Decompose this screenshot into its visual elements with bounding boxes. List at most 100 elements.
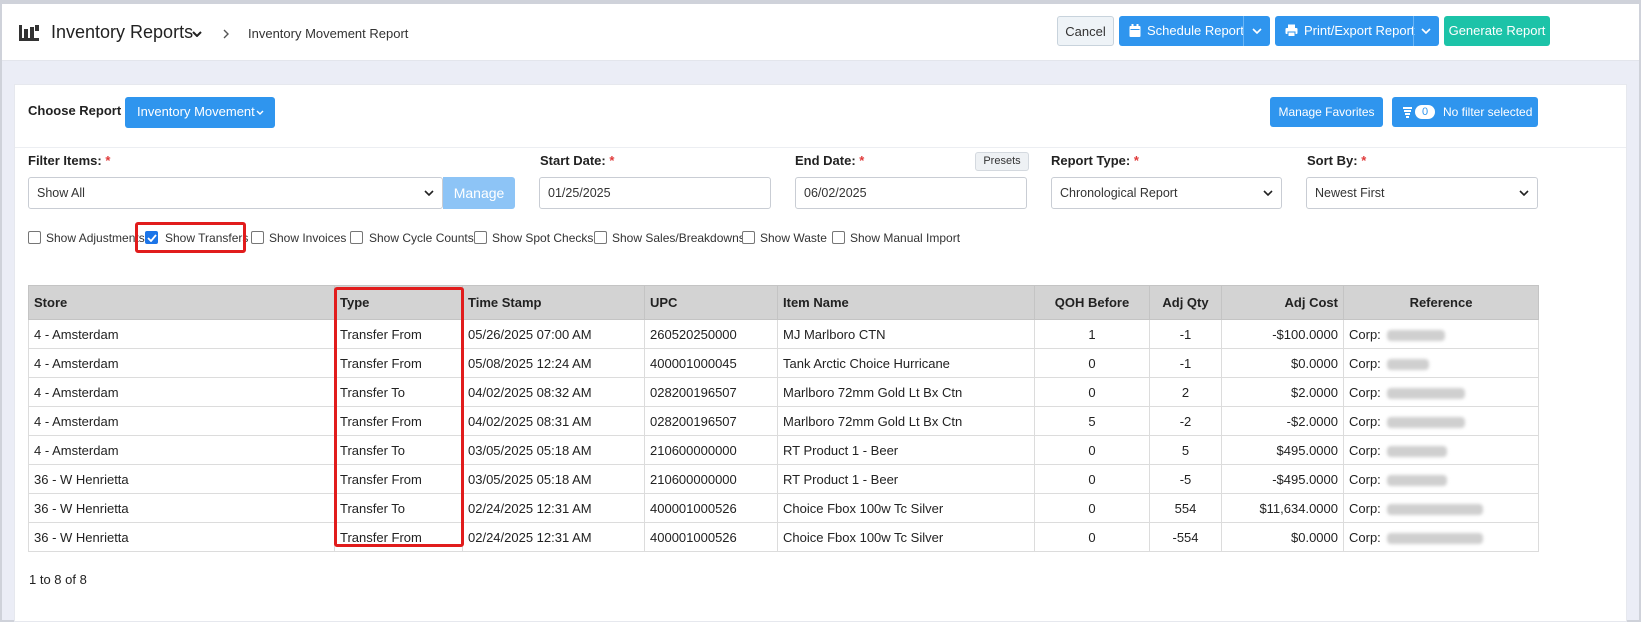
table-row[interactable]: 4 - Amsterdam Transfer From 05/26/2025 07:… [28,319,1539,349]
redacted-name [1386,416,1465,428]
cell-adj-cost: $11,634.0000 [1221,493,1344,523]
cell-adj-qty: -2 [1149,406,1222,436]
report-type-select[interactable]: Chronological Report [1051,177,1282,209]
start-date-input[interactable]: 01/25/2025 [539,177,771,209]
column-header-item-name[interactable]: Item Name [777,285,1035,320]
cell-upc: 400001000526 [644,522,778,552]
checkbox-label: Show Waste [760,231,827,245]
print-export-label: Print/Export Report [1304,23,1415,38]
checkbox-box[interactable] [350,231,363,244]
generate-report-button[interactable]: Generate Report [1444,16,1550,46]
cell-adj-cost: $0.0000 [1221,522,1344,552]
cell-upc: 400001000526 [644,493,778,523]
redacted-name [1386,532,1483,544]
cell-reference: Corp: [1343,319,1539,349]
chevron-down-icon [424,190,434,196]
chevron-down-icon[interactable] [192,31,202,37]
checkbox-label: Show Manual Import [850,231,961,245]
table-row[interactable]: 4 - Amsterdam Transfer To 04/02/2025 08:32… [28,377,1539,407]
cell-item-name: Choice Fbox 100w Tc Silver [777,522,1035,552]
cell-time-stamp: 04/02/2025 08:32 AM [462,377,645,407]
chevron-down-icon[interactable] [1421,28,1431,34]
table-row[interactable]: 4 - Amsterdam Transfer From 05/08/2025 12:… [28,348,1539,378]
report-select-button[interactable]: Inventory Movement [125,97,275,128]
chevron-down-icon [256,110,264,115]
filter-items-select[interactable]: Show All [28,177,443,209]
cell-reference: Corp: [1343,464,1539,494]
cell-store: 4 - Amsterdam [28,319,335,349]
cell-qoh-before: 5 [1034,406,1150,436]
cell-adj-cost: -$100.0000 [1221,319,1344,349]
end-date-input[interactable]: 06/02/2025 [795,177,1027,209]
manage-favorites-button[interactable]: Manage Favorites [1270,97,1383,127]
chevron-down-icon[interactable] [1252,28,1262,34]
column-header-adj-cost[interactable]: Adj Cost [1221,285,1344,320]
column-header-adj-qty[interactable]: Adj Qty [1149,285,1222,320]
filter-status-label: No filter selected [1443,105,1533,119]
print-export-button[interactable]: Print/Export Report [1275,16,1439,46]
report-type-value: Chronological Report [1060,186,1178,200]
button-divider [1243,16,1244,46]
cell-store: 36 - W Henrietta [28,522,335,552]
checkbox-label: Show Adjustments [46,231,145,245]
checkbox-label: Show Sales/Breakdowns [612,231,745,245]
filter-icon [1403,107,1412,118]
checkbox-box[interactable] [742,231,755,244]
column-header-reference[interactable]: Reference [1343,285,1539,320]
column-header-upc[interactable]: UPC [644,285,778,320]
filter-status-button[interactable]: 0 No filter selected [1392,97,1538,127]
end-date-label: End Date: * [795,153,865,168]
table-row[interactable]: 36 - W Henrietta Transfer To 02/24/2025 12… [28,493,1539,523]
cell-reference: Corp: [1343,493,1539,523]
cell-upc: 260520250000 [644,319,778,349]
start-date-label: Start Date: * [540,153,615,168]
cell-time-stamp: 02/24/2025 12:31 AM [462,522,645,552]
cancel-button[interactable]: Cancel [1057,16,1114,46]
chevron-down-icon [1519,190,1529,196]
cell-store: 4 - Amsterdam [28,406,335,436]
table-row[interactable]: 4 - Amsterdam Transfer To 03/05/2025 05:18… [28,435,1539,465]
cell-store: 36 - W Henrietta [28,493,335,523]
redacted-name [1386,358,1429,370]
cell-qoh-before: 0 [1034,348,1150,378]
table-row[interactable]: 36 - W Henrietta Transfer From 02/24/2025 … [28,522,1539,552]
column-header-qoh-before[interactable]: QOH Before [1034,285,1150,320]
checkbox-label: Show Cycle Counts [369,231,474,245]
calendar-icon [1129,24,1141,37]
schedule-report-button[interactable]: Schedule Report [1119,16,1270,46]
cell-store: 36 - W Henrietta [28,464,335,494]
cell-time-stamp: 02/24/2025 12:31 AM [462,493,645,523]
column-header-store[interactable]: Store [28,285,335,320]
pagination-summary: 1 to 8 of 8 [29,572,87,587]
checkbox-label: Show Invoices [269,231,347,245]
cell-qoh-before: 0 [1034,493,1150,523]
cell-item-name: RT Product 1 - Beer [777,464,1035,494]
checkbox-box[interactable] [28,231,41,244]
cell-upc: 400001000045 [644,348,778,378]
cell-reference: Corp: [1343,522,1539,552]
cell-adj-qty: -554 [1149,522,1222,552]
redacted-name [1386,387,1465,399]
filter-items-label: Filter Items: * [28,153,111,168]
cell-time-stamp: 04/02/2025 08:31 AM [462,406,645,436]
sort-by-select[interactable]: Newest First [1306,177,1538,209]
checkbox-box[interactable] [474,231,487,244]
printer-icon [1285,24,1298,37]
cell-upc: 210600000000 [644,435,778,465]
cell-adj-qty: 5 [1149,435,1222,465]
manage-filter-button[interactable]: Manage [443,177,515,209]
table-row[interactable]: 36 - W Henrietta Transfer From 03/05/2025 … [28,464,1539,494]
column-header-time-stamp[interactable]: Time Stamp [462,285,645,320]
checkbox-box[interactable] [594,231,607,244]
cell-qoh-before: 0 [1034,377,1150,407]
checkbox-box[interactable] [251,231,264,244]
cell-store: 4 - Amsterdam [28,377,335,407]
cell-item-name: RT Product 1 - Beer [777,435,1035,465]
cell-qoh-before: 0 [1034,464,1150,494]
cell-item-name: Marlboro 72mm Gold Lt Bx Ctn [777,406,1035,436]
presets-button[interactable]: Presets [975,152,1029,171]
cell-store: 4 - Amsterdam [28,435,335,465]
sort-by-label: Sort By: * [1307,153,1367,168]
table-row[interactable]: 4 - Amsterdam Transfer From 04/02/2025 08:… [28,406,1539,436]
checkbox-box[interactable] [832,231,845,244]
